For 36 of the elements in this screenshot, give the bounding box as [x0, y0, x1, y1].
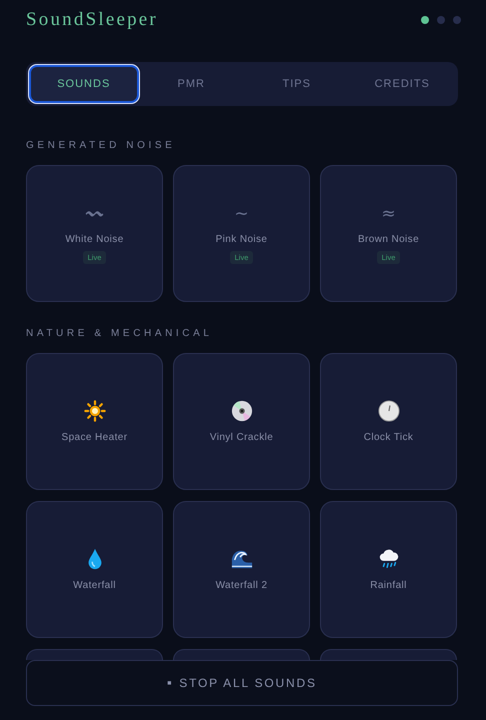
tab[interactable]: SOUNDS [29, 65, 138, 103]
section-heading: NATURE & MECHANICAL [26, 328, 214, 339]
rain-cloud-icon [378, 548, 400, 570]
page-dot[interactable] [437, 16, 445, 24]
sound-name: Waterfall 2 [216, 580, 268, 591]
sound-card[interactable] [26, 649, 163, 660]
wave-glyph: 〰 [86, 204, 103, 224]
section-heading: GENERATED NOISE [26, 140, 176, 151]
sound-card[interactable] [173, 649, 310, 660]
sound-card[interactable]: Waterfall [26, 501, 163, 638]
sound-name: White Noise [65, 234, 124, 244]
sound-card[interactable]: Clock Tick [320, 353, 457, 490]
sun-icon [84, 400, 106, 422]
sound-name: Clock Tick [364, 432, 414, 443]
sound-name: Pink Noise [216, 234, 268, 244]
sound-card[interactable] [320, 649, 457, 660]
sound-name: Waterfall [73, 580, 116, 591]
sound-card[interactable]: Space Heater [26, 353, 163, 490]
sound-name: Vinyl Crackle [210, 432, 274, 443]
app-title: SoundSleeper [26, 9, 158, 31]
wave-icon [230, 548, 252, 570]
clock-icon [378, 400, 400, 422]
page-dot[interactable] [421, 16, 429, 24]
sound-name: Rainfall [370, 580, 407, 591]
tab[interactable]: PMR [138, 65, 244, 103]
sound-name: Space Heater [62, 432, 128, 443]
disc-icon [230, 400, 252, 422]
sound-card[interactable]: Rainfall [320, 501, 457, 638]
page-dot[interactable] [453, 16, 461, 24]
tab[interactable]: TIPS [244, 65, 350, 103]
wave-glyph: ~ [234, 204, 249, 224]
sound-card[interactable]: Vinyl Crackle [173, 353, 310, 490]
tab[interactable]: CREDITS [350, 65, 455, 103]
wave-glyph: ≈ [381, 204, 396, 224]
sound-name: Brown Noise [358, 234, 420, 244]
sound-card[interactable]: Waterfall 2 [173, 501, 310, 638]
